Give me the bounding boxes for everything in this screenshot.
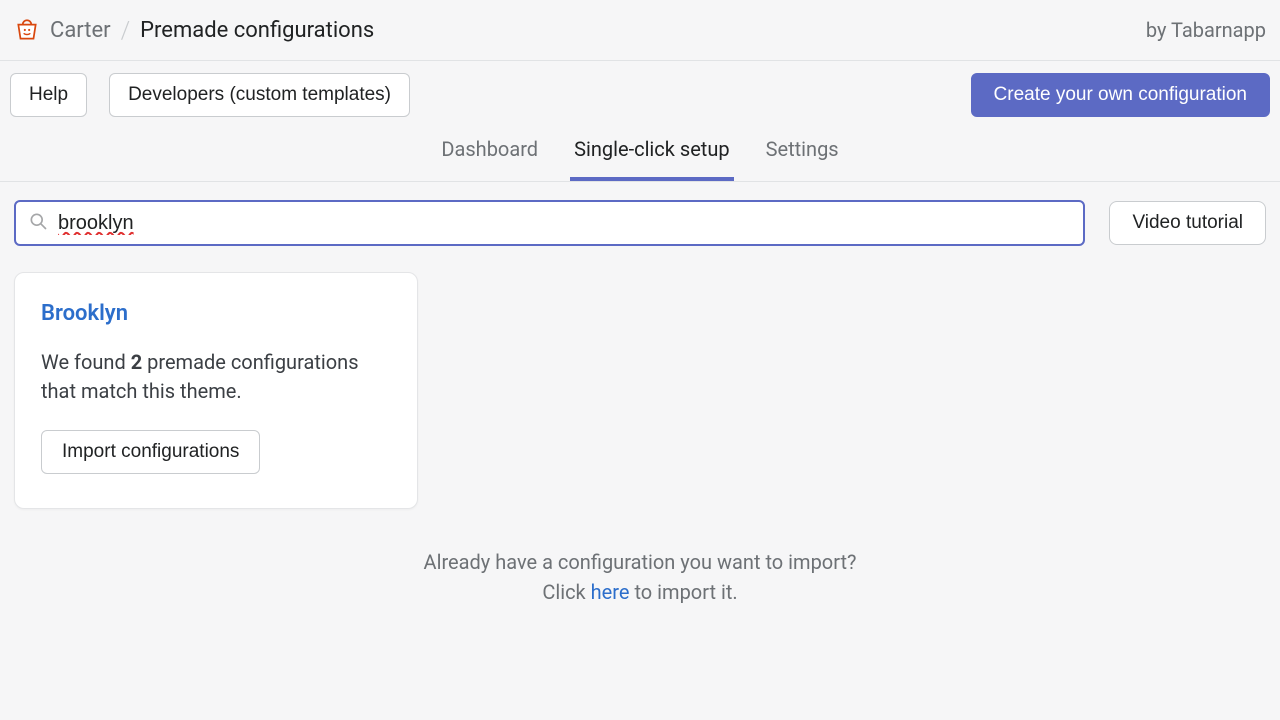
create-configuration-button[interactable]: Create your own configuration xyxy=(971,73,1270,117)
tabs: Dashboard Single-click setup Settings xyxy=(0,127,1280,182)
footer-line1: Already have a configuration you want to… xyxy=(0,547,1280,577)
theme-name-link[interactable]: Brooklyn xyxy=(41,301,391,326)
app-header: Carter / Premade configurations by Tabar… xyxy=(0,0,1280,61)
search-input[interactable] xyxy=(58,212,1071,235)
toolbar-left: Help Developers (custom templates) xyxy=(10,73,410,117)
page-title: Premade configurations xyxy=(140,18,374,43)
match-count: 2 xyxy=(131,350,142,374)
video-tutorial-button[interactable]: Video tutorial xyxy=(1109,201,1266,245)
search-field-wrapper[interactable] xyxy=(14,200,1085,246)
developers-button[interactable]: Developers (custom templates) xyxy=(109,73,410,117)
help-button[interactable]: Help xyxy=(10,73,87,117)
search-icon xyxy=(28,211,58,235)
match-prefix: We found xyxy=(41,350,131,374)
app-logo-icon xyxy=(14,17,40,43)
import-footer-note: Already have a configuration you want to… xyxy=(0,547,1280,607)
import-here-link[interactable]: here xyxy=(591,580,630,604)
header-left: Carter / Premade configurations xyxy=(14,16,374,44)
tab-dashboard[interactable]: Dashboard xyxy=(437,127,542,181)
footer-line2-prefix: Click xyxy=(542,580,590,604)
theme-result-card: Brooklyn We found 2 premade configuratio… xyxy=(14,272,418,509)
tab-settings[interactable]: Settings xyxy=(762,127,843,181)
search-row: Video tutorial xyxy=(0,182,1280,246)
theme-match-text: We found 2 premade configurations that m… xyxy=(41,348,391,406)
footer-line2-suffix: to import it. xyxy=(629,580,737,604)
breadcrumb-separator-icon: / xyxy=(121,16,131,44)
byline: by Tabarnapp xyxy=(1146,18,1266,42)
breadcrumb: Carter / Premade configurations xyxy=(50,16,374,44)
tab-single-click-setup[interactable]: Single-click setup xyxy=(570,127,734,181)
results-area: Brooklyn We found 2 premade configuratio… xyxy=(0,246,1280,509)
breadcrumb-store[interactable]: Carter xyxy=(50,18,111,43)
footer-line2: Click here to import it. xyxy=(0,577,1280,607)
import-configurations-button[interactable]: Import configurations xyxy=(41,430,260,474)
toolbar: Help Developers (custom templates) Creat… xyxy=(0,61,1280,127)
